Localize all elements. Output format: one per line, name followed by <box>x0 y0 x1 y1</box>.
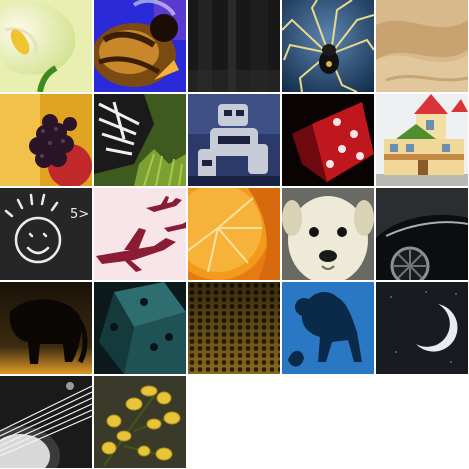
tile-honeycomb[interactable] <box>188 282 280 374</box>
tile-robot[interactable] <box>188 94 280 186</box>
tile-orange-slice[interactable] <box>188 188 280 280</box>
tile-butterfly[interactable] <box>94 94 186 186</box>
tile-bee[interactable] <box>94 0 186 92</box>
chalk-text: 5> <box>70 207 89 222</box>
thumbnail-grid: 5> <box>0 0 469 469</box>
tile-yellow-flowers[interactable] <box>94 376 186 468</box>
tile-monkey-silhouette[interactable] <box>282 282 374 374</box>
tile-guitar-strings[interactable] <box>0 376 92 468</box>
tile-chalk-face-drawing[interactable]: 5> <box>0 188 92 280</box>
tile-toy-house[interactable] <box>376 94 468 186</box>
tile-black-car[interactable] <box>376 188 468 280</box>
tile-calla-lily[interactable] <box>0 0 92 92</box>
tile-blackberries[interactable] <box>0 94 92 186</box>
tile-crescent-moon[interactable] <box>376 282 468 374</box>
tile-elephant-silhouette[interactable] <box>0 282 92 374</box>
tile-sand-dunes[interactable] <box>376 0 468 92</box>
tile-teal-dice[interactable] <box>94 282 186 374</box>
tile-red-dice[interactable] <box>282 94 374 186</box>
tile-dark-texture[interactable] <box>188 0 280 92</box>
tile-airplanes[interactable] <box>94 188 186 280</box>
tile-spider[interactable] <box>282 0 374 92</box>
tile-puppy[interactable] <box>282 188 374 280</box>
